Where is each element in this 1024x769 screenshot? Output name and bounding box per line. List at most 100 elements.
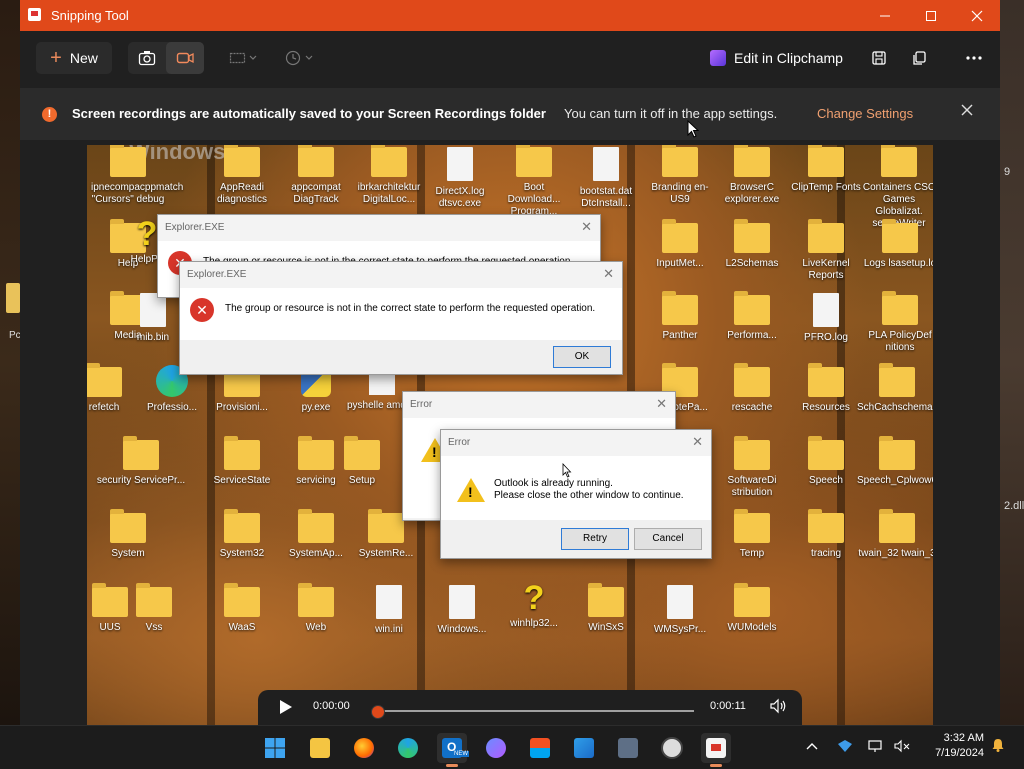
edit-in-clipchamp-button[interactable]: Edit in Clipchamp <box>710 42 843 74</box>
tray-defender[interactable] <box>837 739 853 756</box>
folder-icon <box>344 436 380 470</box>
folder-icon <box>734 291 770 325</box>
network-icon <box>868 740 882 752</box>
more-options-button[interactable] <box>958 42 990 74</box>
folder-icon <box>879 436 915 470</box>
taskbar-file-explorer[interactable] <box>305 733 335 763</box>
close-icon <box>961 104 973 116</box>
desktop-icon: Speech <box>789 436 863 487</box>
title-bar[interactable]: Snipping Tool <box>20 0 1000 31</box>
error-icon: ✕ <box>190 298 214 322</box>
snipping-tool-icon <box>706 738 726 758</box>
desktop-icon: twain_32 twain_3 <box>857 509 933 560</box>
copy-button[interactable] <box>903 42 935 74</box>
help-icon: ? <box>523 579 545 617</box>
desktop-icon: L2Schemas <box>715 219 789 270</box>
snip-shape-dropdown[interactable] <box>226 42 262 74</box>
play-button[interactable] <box>280 700 292 714</box>
close-button[interactable] <box>954 0 1000 31</box>
folder-icon <box>882 219 918 253</box>
desktop-icon: mib.bin <box>135 293 171 344</box>
banner-close-button[interactable] <box>961 103 973 121</box>
background-desktop-left: Pc <box>0 0 21 725</box>
taskbar-clock-app[interactable] <box>657 733 687 763</box>
video-camera-icon <box>176 52 194 64</box>
taskbar-outlook[interactable]: O NEW <box>437 733 469 767</box>
capture-mode-selector <box>128 42 204 74</box>
background-text: Pc <box>9 330 21 341</box>
cancel-button[interactable]: Cancel <box>634 528 702 550</box>
desktop-icon: Logs lsasetup.lo <box>863 219 933 270</box>
file-icon <box>593 147 619 181</box>
video-preview[interactable]: Windows ipnecompacppmatch "Cursors" debu… <box>87 145 933 725</box>
rectangle-snip-icon <box>229 52 257 64</box>
dialog-body: ! Outlook is already running. Please clo… <box>441 456 711 520</box>
background-text: 2.dll <box>1004 500 1024 512</box>
explorer-error-dialog: Explorer.EXE ✕ ✕ The group or resource i… <box>179 261 623 375</box>
ok-button[interactable]: OK <box>553 346 611 368</box>
record-mode-button[interactable] <box>166 42 204 74</box>
desktop-icon: Containers CSC Games Globalizat. senceWr… <box>859 145 933 230</box>
seek-thumb[interactable] <box>371 705 385 719</box>
desktop-icon: WUModels <box>715 583 789 634</box>
taskbar-edge[interactable] <box>393 733 423 763</box>
show-hidden-icons-button[interactable] <box>805 739 819 754</box>
taskbar-copilot[interactable] <box>481 733 511 763</box>
camera-icon <box>138 51 156 66</box>
file-icon <box>449 585 475 619</box>
tray-volume-muted[interactable] <box>893 739 911 756</box>
folder-icon <box>808 219 844 253</box>
taskbar-clock[interactable]: 3:32 AM 7/19/2024 <box>920 731 984 761</box>
dialog-close-button[interactable]: ✕ <box>692 434 703 450</box>
desktop-icon: DirectX.log dtsvc.exe <box>423 147 497 210</box>
folder-icon <box>879 363 915 397</box>
warning-icon: ! <box>457 478 485 502</box>
taskbar-photos[interactable] <box>569 733 599 763</box>
dialog-title: Explorer.EXE <box>165 222 225 233</box>
maximize-button[interactable] <box>908 0 954 31</box>
desktop-icon: SoftwareDi stribution <box>715 436 789 499</box>
total-time: 0:00:11 <box>710 700 746 712</box>
seek-bar[interactable] <box>378 710 694 712</box>
dialog-footer: Retry Cancel <box>441 520 711 558</box>
retry-button[interactable]: Retry <box>561 528 629 550</box>
snip-mode-button[interactable] <box>128 42 166 74</box>
taskbar-store[interactable] <box>525 733 555 763</box>
dialog-message-line1: Outlook is already running. <box>494 478 613 489</box>
desktop-icon: AppReadi diagnostics <box>205 145 279 206</box>
taskbar-calculator[interactable] <box>613 733 643 763</box>
folder-icon <box>808 145 844 177</box>
start-button[interactable] <box>260 733 290 763</box>
dialog-close-button[interactable]: ✕ <box>581 219 592 235</box>
folder-icon <box>224 436 260 470</box>
dialog-title: Error <box>448 437 471 448</box>
delay-dropdown[interactable] <box>282 42 318 74</box>
toolbar: + New Edit in Clipchamp <box>20 31 1000 85</box>
outlook-new-badge: NEW <box>453 751 469 757</box>
shield-icon <box>838 740 852 752</box>
new-button-label: New <box>69 50 98 66</box>
tray-network[interactable] <box>868 739 886 756</box>
taskbar: O NEW 3:32 AM 7/19/2024 <box>0 725 1024 769</box>
folder-icon <box>516 145 552 177</box>
volume-muted-icon <box>894 739 910 753</box>
dialog-close-button[interactable]: ✕ <box>603 266 614 282</box>
minimize-button[interactable] <box>862 0 908 31</box>
plus-icon: + <box>50 47 62 69</box>
taskbar-snipping-tool[interactable] <box>701 733 731 767</box>
taskbar-firefox[interactable] <box>349 733 379 763</box>
dialog-close-button[interactable]: ✕ <box>656 396 667 412</box>
desktop-icon: Branding en-US9 <box>643 145 717 206</box>
notifications-button[interactable] <box>990 737 1006 756</box>
new-button[interactable]: + New <box>36 42 112 74</box>
save-button[interactable] <box>863 42 895 74</box>
clipchamp-icon <box>710 50 726 66</box>
change-settings-link[interactable]: Change Settings <box>817 106 913 121</box>
desktop-icon: bootstat.dat DtcInstall... <box>569 147 643 210</box>
volume-button[interactable] <box>769 698 787 717</box>
folder-icon <box>298 583 334 617</box>
desktop-icon: PFRO.log <box>789 293 863 344</box>
folder-icon <box>368 509 404 543</box>
folder-icon <box>879 509 915 543</box>
file-explorer-icon <box>310 738 330 758</box>
